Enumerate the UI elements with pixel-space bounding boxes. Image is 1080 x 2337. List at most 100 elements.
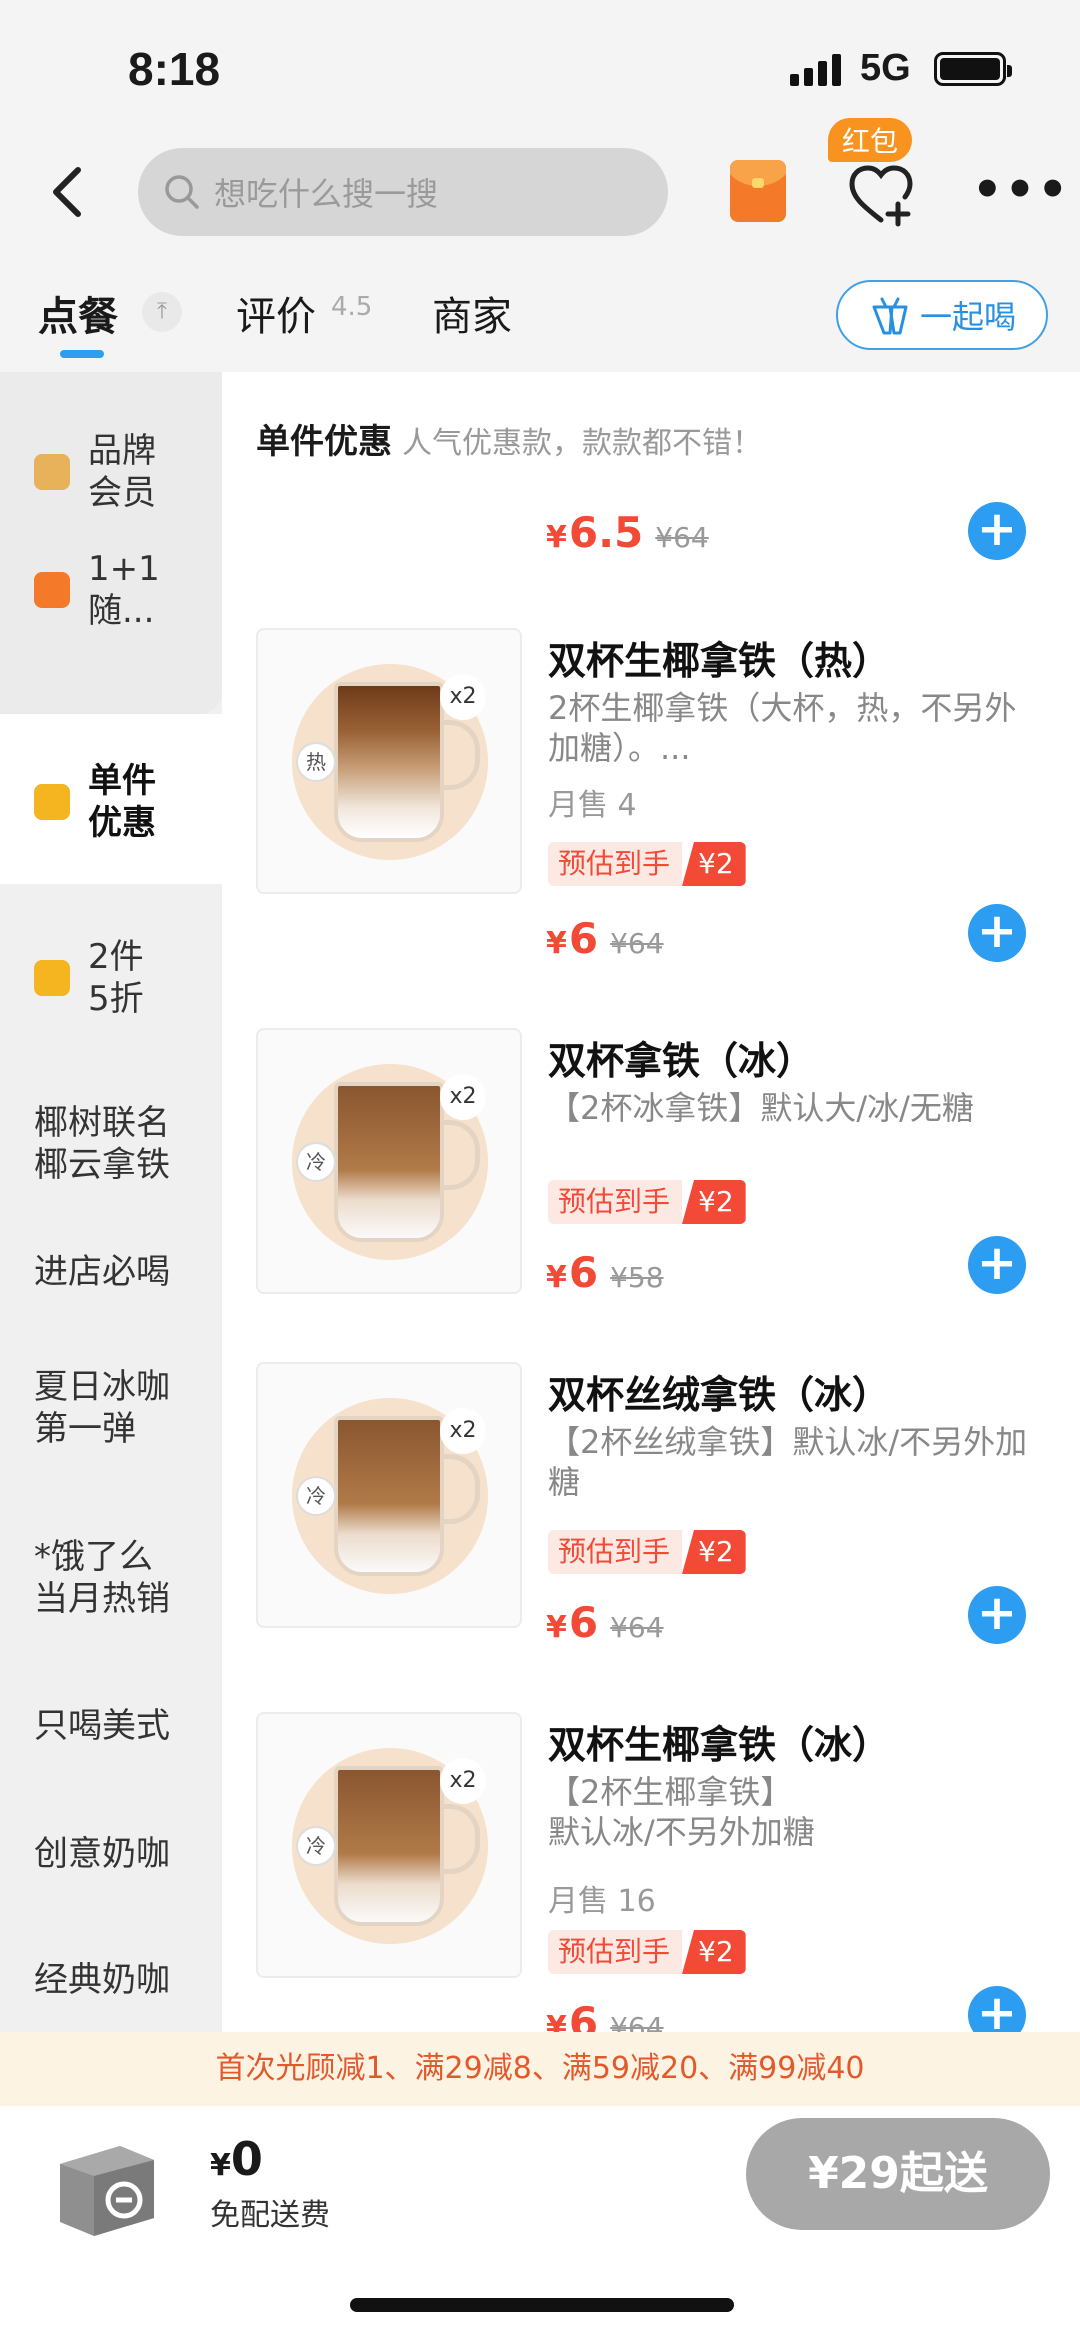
bag-icon (34, 572, 70, 608)
cups-icon (872, 297, 908, 335)
tab-merchant[interactable]: 商家 (432, 284, 512, 342)
price-currency: ¥ (546, 520, 567, 555)
product-name[interactable]: 双杯拿铁（冰） (548, 1030, 814, 1085)
product-list: 单件优惠 人气优惠款，款款都不错！ ¥ 6.5 ¥64 + x2 热 双杯生椰拿铁… (222, 372, 1080, 2032)
temperature-badge: 冷 (296, 1826, 336, 1866)
sidebar-item-americano[interactable]: 只喝美式 (0, 1696, 222, 1756)
sidebar-item-label: 进店必喝 (34, 1252, 170, 1292)
cart-total: ¥0 (210, 2132, 263, 2186)
sidebar-item-label: 单件 优惠 (88, 761, 156, 843)
sidebar-item-creative-latte[interactable]: 创意奶咖 (0, 1824, 222, 1884)
product-image[interactable]: x2 冷 (256, 1028, 522, 1294)
product-name[interactable]: 双杯丝绒拿铁（冰） (548, 1364, 890, 1419)
tab-order[interactable]: 点餐 (38, 284, 118, 342)
estimate-label: 预估到手 (548, 1530, 683, 1574)
product-image[interactable]: x2 热 (256, 628, 522, 894)
redpacket-badge: 红包 (828, 118, 913, 162)
estimated-price-tag: 预估到手 ¥2 (548, 1930, 746, 1974)
sidebar-item-classic-latte[interactable]: 经典奶咖 (0, 1950, 222, 2010)
sidebar-item-single-deal[interactable]: 单件 优惠 (0, 752, 222, 852)
price-currency: ¥ (546, 926, 567, 961)
minimum-order-button[interactable]: ¥29起送 (746, 2118, 1050, 2230)
add-to-cart-button[interactable]: + (968, 502, 1026, 560)
sidebar-item-summer-iced[interactable]: 夏日冰咖 第一弹 (0, 1358, 222, 1458)
sidebar-item-bundle[interactable]: 1+1 随... (0, 540, 222, 640)
sidebar-item-label: 创意奶咖 (34, 1834, 170, 1874)
sidebar-item-monthly-hot[interactable]: *饿了么 当月热销 (0, 1528, 222, 1628)
tag-icon (34, 784, 70, 820)
estimate-label: 预估到手 (548, 842, 683, 886)
sidebar-item-label: *饿了么 当月热销 (34, 1537, 170, 1619)
product-image[interactable]: x2 冷 (256, 1712, 522, 1978)
tab-bar: 点餐 ⤒ 评价 4.5 商家 一起喝 (0, 262, 1080, 372)
tag-icon (34, 960, 70, 996)
price-row: ¥ 6 ¥64 (546, 1598, 664, 1647)
original-price: ¥64 (610, 927, 664, 960)
sidebar-item-coconut-collab[interactable]: 椰树联名 椰云拿铁 (0, 1094, 222, 1194)
search-placeholder: 想吃什么搜一搜 (214, 175, 439, 213)
signal-icon (790, 52, 841, 86)
add-to-cart-button[interactable]: + (968, 1986, 1026, 2032)
estimated-price-tag: 预估到手 ¥2 (548, 1530, 746, 1574)
category-sidebar: 品牌 会员 1+1 随... 单件 优惠 2件 5折 椰树联名 椰云拿铁 进店必… (0, 372, 222, 2032)
estimate-value: ¥2 (682, 1930, 746, 1974)
tab-reviews[interactable]: 评价 (236, 284, 316, 342)
favorite-icon[interactable] (846, 162, 916, 228)
estimate-label: 预估到手 (548, 1180, 683, 1224)
product-name[interactable]: 双杯生椰拿铁（冰） (548, 1714, 890, 1769)
more-icon[interactable]: ••• (972, 166, 1070, 214)
sidebar-item-half-off[interactable]: 2件 5折 (0, 928, 222, 1028)
estimate-value: ¥2 (682, 1530, 746, 1574)
section-title: 单件优惠 人气优惠款，款款都不错！ (256, 414, 762, 463)
quantity-badge: x2 (440, 674, 486, 720)
estimate-value: ¥2 (682, 842, 746, 886)
price-value: 6 (568, 1598, 599, 1647)
sidebar-item-label: 品牌 会员 (88, 431, 156, 513)
temperature-badge: 冷 (296, 1476, 336, 1516)
monthly-sales: 月售 16 (548, 1884, 656, 1919)
delivery-fee: 免配送费 (210, 2198, 330, 2233)
member-icon (34, 454, 70, 490)
price-value: 6 (568, 914, 599, 963)
quantity-badge: x2 (440, 1758, 486, 1804)
price-row: ¥ 6.5 ¥64 (546, 508, 709, 557)
pin-top-icon[interactable]: ⤒ (142, 292, 182, 332)
cart-box-icon[interactable] (50, 2136, 162, 2242)
red-envelope-icon[interactable] (730, 160, 786, 222)
quantity-badge: x2 (440, 1074, 486, 1120)
add-to-cart-button[interactable]: + (968, 1236, 1026, 1294)
drink-together-button[interactable]: 一起喝 (836, 280, 1048, 350)
status-time: 8:18 (128, 43, 221, 95)
battery-icon (934, 52, 1012, 86)
price-value: 6 (568, 1998, 599, 2032)
product-name[interactable]: 双杯生椰拿铁（热） (548, 630, 890, 685)
price-row: ¥ 6 ¥64 (546, 914, 664, 963)
add-to-cart-button[interactable]: + (968, 1586, 1026, 1644)
quantity-badge: x2 (440, 1408, 486, 1454)
sidebar-item-must-drink[interactable]: 进店必喝 (0, 1242, 222, 1302)
drink-together-label: 一起喝 (919, 298, 1016, 336)
section-title-text: 单件优惠 (256, 422, 392, 462)
temperature-badge: 冷 (296, 1142, 336, 1182)
add-to-cart-button[interactable]: + (968, 904, 1026, 962)
product-image[interactable]: x2 冷 (256, 1362, 522, 1628)
search-input[interactable]: 想吃什么搜一搜 (138, 148, 668, 236)
header: 想吃什么搜一搜 红包 ••• (0, 118, 1080, 260)
tab-underline (60, 350, 104, 358)
price-currency: ¥ (546, 2010, 567, 2032)
cart-bar: ¥0 免配送费 ¥29起送 (0, 2106, 1080, 2337)
estimated-price-tag: 预估到手 ¥2 (548, 1180, 746, 1224)
network-type: 5G (860, 47, 911, 89)
product-description: 【2杯生椰拿铁】 默认冰/不另外加糖 (548, 1773, 815, 1851)
original-price: ¥64 (655, 521, 709, 554)
rating-score: 4.5 (331, 292, 373, 322)
price-row: ¥ 6 ¥64 (546, 1998, 664, 2032)
price-value: 6.5 (568, 508, 644, 557)
estimate-value: ¥2 (682, 1180, 746, 1224)
back-icon[interactable] (48, 162, 108, 232)
monthly-sales: 月售 4 (548, 788, 637, 823)
sidebar-item-brand-member[interactable]: 品牌 会员 (0, 422, 222, 522)
price-value: 6 (568, 1248, 599, 1297)
price-currency: ¥ (546, 1610, 567, 1645)
sidebar-item-label: 只喝美式 (34, 1706, 170, 1746)
